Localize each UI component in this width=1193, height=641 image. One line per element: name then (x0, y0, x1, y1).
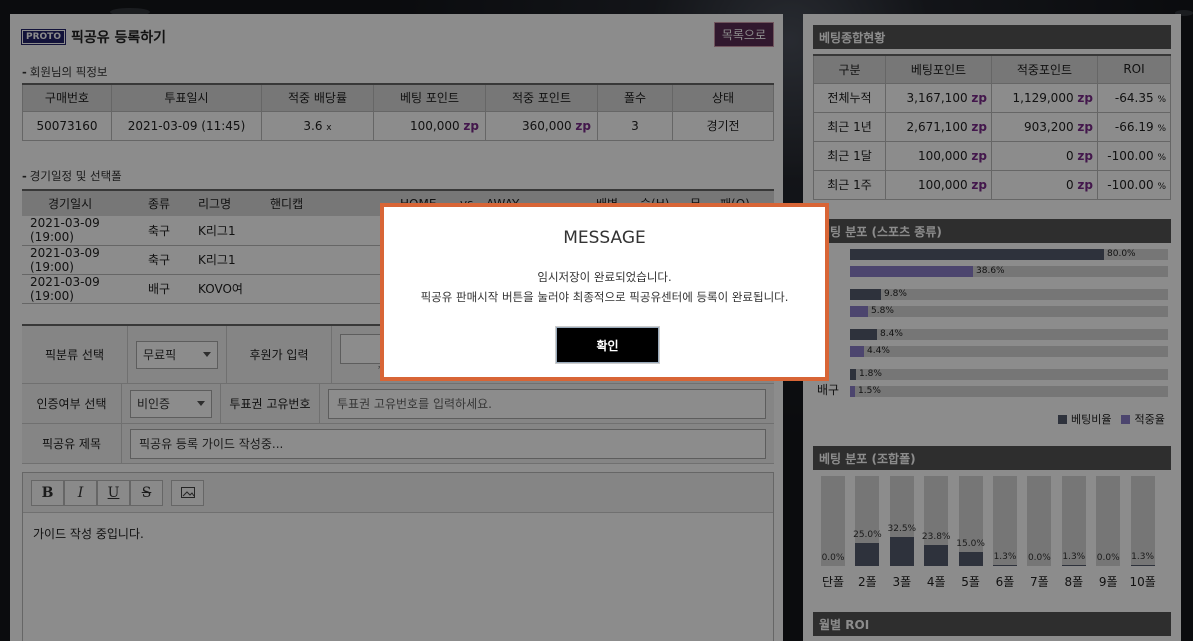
dialog-line-2: 픽공유 판매시작 버튼을 눌러야 최종적으로 픽공유센터에 등록이 완료됩니다. (420, 290, 789, 304)
message-dialog: MESSAGE 임시저장이 완료되었습니다. 픽공유 판매시작 버튼을 눌러야 … (380, 203, 829, 381)
dialog-title: MESSAGE (563, 228, 646, 248)
confirm-button[interactable]: 확인 (555, 326, 660, 364)
dialog-message: 임시저장이 완료되었습니다. 픽공유 판매시작 버튼을 눌러야 최종적으로 픽공… (384, 267, 825, 307)
dialog-line-1: 임시저장이 완료되었습니다. (537, 270, 672, 284)
